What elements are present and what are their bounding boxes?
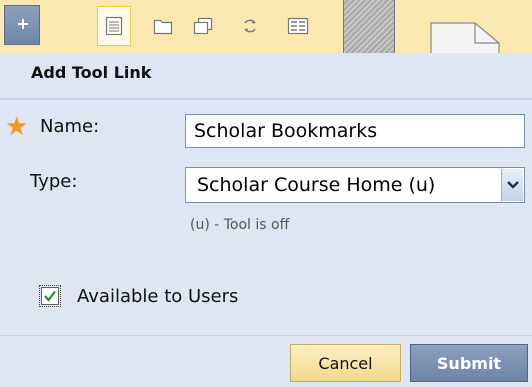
name-label: Name:	[40, 116, 100, 137]
name-input[interactable]	[185, 114, 525, 148]
cancel-button[interactable]: Cancel	[290, 344, 401, 382]
content-toolbar	[0, 0, 532, 56]
type-select-value: Scholar Course Home (u)	[197, 174, 436, 196]
type-select[interactable]: Scholar Course Home (u)	[185, 167, 525, 203]
window-icon[interactable]	[186, 6, 220, 46]
type-label: Type:	[30, 171, 78, 192]
available-checkbox[interactable]	[39, 285, 61, 307]
add-icon[interactable]	[4, 5, 40, 45]
submit-button[interactable]: Submit	[410, 344, 528, 382]
toolbar-separator	[343, 0, 395, 53]
footer-divider	[0, 335, 532, 336]
add-tool-link-form: Add Tool Link ★ Name: Type: Scholar Cour…	[0, 53, 532, 387]
title-divider	[0, 98, 532, 100]
grid-icon[interactable]	[281, 6, 315, 46]
required-star-icon: ★	[5, 112, 29, 142]
available-label[interactable]: Available to Users	[77, 286, 238, 307]
chevron-down-icon[interactable]	[501, 169, 523, 201]
folder-icon[interactable]	[146, 6, 180, 46]
type-hint: (u) - Tool is off	[190, 217, 290, 233]
form-title: Add Tool Link	[31, 63, 152, 82]
checkmark-icon	[44, 290, 56, 302]
page-icon[interactable]	[97, 6, 131, 46]
refresh-icon[interactable]	[233, 6, 267, 46]
